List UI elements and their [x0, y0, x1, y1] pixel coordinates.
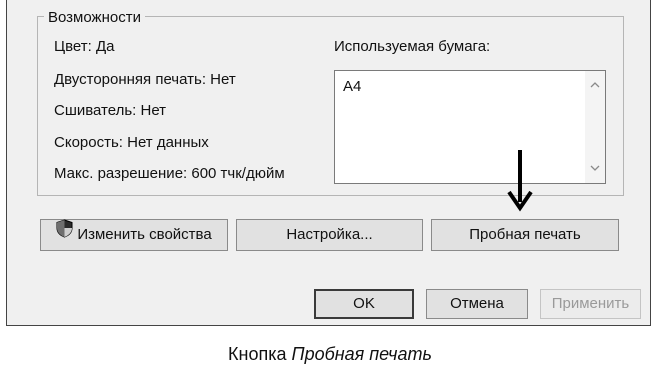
paper-scrollbar[interactable]: [585, 71, 605, 183]
caption-prefix: Кнопка: [228, 344, 287, 364]
scroll-up-icon[interactable]: [585, 75, 605, 95]
figure-caption: Кнопка Пробная печать: [0, 343, 660, 365]
setup-button[interactable]: Настройка...: [236, 219, 423, 251]
apply-button[interactable]: Применить: [540, 289, 641, 319]
change-properties-label: Изменить свойства: [77, 226, 212, 243]
paper-item[interactable]: A4: [343, 78, 361, 95]
change-properties-button[interactable]: Изменить свойства: [40, 219, 228, 251]
scroll-down-icon[interactable]: [585, 159, 605, 179]
uac-shield-icon: [56, 219, 73, 249]
feature-duplex: Двусторонняя печать: Нет: [54, 71, 236, 88]
paper-listbox[interactable]: A4: [334, 70, 606, 184]
ok-button[interactable]: OK: [314, 289, 414, 319]
feature-color: Цвет: Да: [54, 38, 115, 55]
features-group-title: Возможности: [44, 10, 145, 26]
paper-label: Используемая бумага:: [334, 38, 491, 55]
feature-max-resolution: Макс. разрешение: 600 тчк/дюйм: [54, 165, 285, 182]
test-print-button[interactable]: Пробная печать: [431, 219, 619, 251]
feature-stapler: Сшиватель: Нет: [54, 102, 167, 119]
cancel-button[interactable]: Отмена: [426, 289, 528, 319]
caption-emphasis: Пробная печать: [291, 344, 432, 364]
feature-speed: Скорость: Нет данных: [54, 134, 209, 151]
arrow-down-icon: [507, 150, 533, 212]
